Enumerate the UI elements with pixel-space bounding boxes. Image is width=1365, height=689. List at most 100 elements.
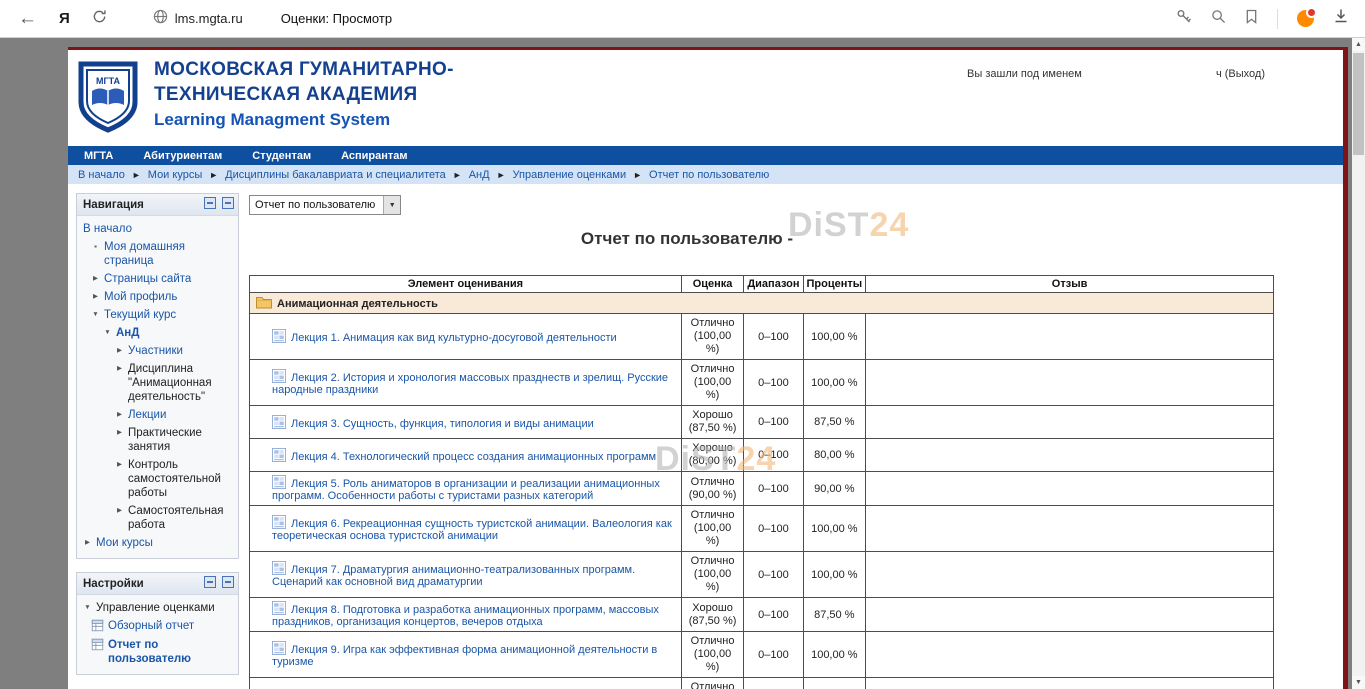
scroll-up-icon[interactable]: ▲ xyxy=(1352,38,1365,51)
scrollbar-thumb[interactable] xyxy=(1353,53,1364,155)
sidebar-item[interactable]: Отчет по пользователю xyxy=(79,636,236,668)
logout-link[interactable]: (Выход) xyxy=(1225,68,1265,80)
chevron-right-icon[interactable]: ▶ xyxy=(115,408,124,422)
nav-item[interactable]: Абитуриентам xyxy=(143,150,222,162)
vertical-scrollbar[interactable]: ▲ ▼ xyxy=(1352,38,1365,689)
grade-item-link[interactable]: Лекция 7. Драматургия анимационно-театра… xyxy=(272,564,635,588)
chevron-right-icon[interactable]: ▶ xyxy=(115,426,124,440)
breadcrumb-item[interactable]: В начало xyxy=(78,169,125,181)
chevron-right-icon[interactable]: ▶ xyxy=(91,272,100,286)
grade-item-link[interactable]: Лекция 9. Игра как эффективная форма ани… xyxy=(272,644,657,668)
settings-items: ▼Управление оценкамиОбзорный отчет Отчет … xyxy=(77,595,238,674)
grade-item-link[interactable]: Лекция 2. История и хронология массовых … xyxy=(272,372,668,396)
sidebar-item[interactable]: ▶Дисциплина "Анимационная деятельность" xyxy=(79,360,236,406)
grade-item-link[interactable]: Лекция 3. Сущность, функция, типология и… xyxy=(291,418,594,430)
percent-cell: 100,00 % xyxy=(803,552,866,598)
block-collapse-icon[interactable] xyxy=(204,197,216,209)
chevron-right-icon[interactable]: ▶ xyxy=(91,290,100,304)
range-cell: 0–100 xyxy=(744,678,803,689)
search-icon[interactable] xyxy=(1211,9,1226,29)
grade-item-link[interactable]: Лекция 1. Анимация как вид культурно-дос… xyxy=(291,332,617,344)
refresh-icon[interactable] xyxy=(92,9,107,29)
sidebar-item[interactable]: ▼Текущий курс xyxy=(79,306,236,324)
sidebar-item[interactable]: В начало xyxy=(79,220,236,238)
nav-item[interactable]: Аспирантам xyxy=(341,150,407,162)
breadcrumb-item[interactable]: Отчет по пользователю xyxy=(649,169,769,181)
chevron-down-icon[interactable]: ▼ xyxy=(383,196,400,214)
yandex-browser-icon[interactable]: Я xyxy=(59,10,70,27)
address-url[interactable]: lms.mgta.ru xyxy=(175,11,243,26)
chevron-right-icon[interactable]: ▶ xyxy=(115,458,124,472)
download-icon[interactable] xyxy=(1333,8,1349,29)
item-name-cell: Лекция 9. Игра как эффективная форма ани… xyxy=(250,632,682,678)
sidebar-item[interactable]: ▼Управление оценками xyxy=(79,599,236,617)
report-icon xyxy=(91,638,104,653)
sidebar-item[interactable]: ▶ Мой профиль xyxy=(79,288,236,306)
range-cell: 0–100 xyxy=(744,314,803,360)
sidebar-item[interactable]: Обзорный отчет xyxy=(79,617,236,636)
sidebar-item-label: Мой профиль xyxy=(104,290,177,304)
scroll-down-icon[interactable]: ▼ xyxy=(1352,676,1365,689)
address-bar[interactable]: lms.mgta.ru xyxy=(153,9,243,29)
block-dock-icon[interactable] xyxy=(222,197,234,209)
breadcrumb-item[interactable]: Мои курсы xyxy=(148,169,202,181)
range-cell: 0–100 xyxy=(744,598,803,632)
breadcrumb-item[interactable]: Дисциплины бакалавриата и специалитета xyxy=(225,169,446,181)
percent-cell: 80,00 % xyxy=(803,439,866,472)
breadcrumb-separator-icon: ► xyxy=(132,170,141,180)
grade-cell: Хорошо(87,50 %) xyxy=(681,406,744,439)
chevron-right-icon[interactable]: ▶ xyxy=(115,344,124,358)
block-dock-icon[interactable] xyxy=(222,576,234,588)
grades-table: Элемент оцениванияОценкаДиапазонПроценты… xyxy=(249,275,1274,689)
breadcrumb-item[interactable]: Управление оценками xyxy=(513,169,627,181)
chevron-down-icon[interactable]: ▼ xyxy=(91,308,100,322)
sidebar-item[interactable]: ▶Участники xyxy=(79,342,236,360)
chevron-right-icon[interactable]: ▶ xyxy=(115,504,124,518)
range-cell: 0–100 xyxy=(744,552,803,598)
grade-item-link[interactable]: Лекция 6. Рекреационная сущность туристс… xyxy=(272,518,672,542)
chevron-down-icon[interactable]: ▼ xyxy=(103,326,112,340)
range-cell: 0–100 xyxy=(744,439,803,472)
sidebar-item-label: Самостоятельная работа xyxy=(128,504,234,532)
grade-item-link[interactable]: Лекция 5. Роль аниматоров в организации … xyxy=(272,478,660,502)
navigation-items: В начало▪Моя домашняя страница▶Страницы … xyxy=(77,216,238,558)
grades-tbody: Анимационная деятельностьЛекция 1. Анима… xyxy=(250,293,1274,689)
sidebar: Навигация В начало▪Моя домашняя страница… xyxy=(76,193,239,688)
column-header: Проценты xyxy=(803,276,866,293)
grade-cell: Хорошо(87,50 %) xyxy=(681,598,744,632)
block-collapse-icon[interactable] xyxy=(204,576,216,588)
lesson-icon xyxy=(272,564,286,576)
back-icon[interactable]: ← xyxy=(18,9,37,28)
notifications-icon[interactable] xyxy=(1297,10,1314,27)
breadcrumb-item[interactable]: АнД xyxy=(469,169,490,181)
grade-item-link[interactable]: Лекция 4. Технологический процесс создан… xyxy=(291,451,656,463)
bookmark-icon[interactable] xyxy=(1245,9,1258,29)
settings-block-header: Настройки xyxy=(77,573,238,595)
report-type-selected-value: Отчет по пользователю xyxy=(250,199,383,211)
sidebar-item[interactable]: ▶Мои курсы xyxy=(79,534,236,552)
range-cell: 0–100 xyxy=(744,406,803,439)
chevron-right-icon[interactable]: ▶ xyxy=(83,536,92,550)
chevron-right-icon[interactable]: ▶ xyxy=(115,362,124,376)
nav-item[interactable]: Студентам xyxy=(252,150,311,162)
sidebar-item[interactable]: ▶Контроль самостоятельной работы xyxy=(79,456,236,502)
feedback-cell xyxy=(866,552,1274,598)
settings-block: Настройки ▼Управление оценкамиОбзорный о… xyxy=(76,572,239,675)
sidebar-item[interactable]: ▪Моя домашняя страница xyxy=(79,238,236,270)
sidebar-item[interactable]: ▶ Самостоятельная работа xyxy=(79,502,236,534)
grade-item-link[interactable]: Лекция 8. Подготовка и разработка анимац… xyxy=(272,604,659,628)
sidebar-item[interactable]: ▼АнД xyxy=(79,324,236,342)
password-key-icon[interactable] xyxy=(1176,8,1192,29)
feedback-cell xyxy=(866,472,1274,506)
sidebar-item[interactable]: ▶Практические занятия xyxy=(79,424,236,456)
item-name-cell: Лекция 8. Подготовка и разработка анимац… xyxy=(250,598,682,632)
report-type-select[interactable]: Отчет по пользователю ▼ xyxy=(249,195,401,215)
feedback-cell xyxy=(866,406,1274,439)
sidebar-item[interactable]: ▶Страницы сайта xyxy=(79,270,236,288)
nav-item[interactable]: МГТА xyxy=(84,150,113,162)
sidebar-item[interactable]: ▶Лекции xyxy=(79,406,236,424)
sidebar-item-label: Отчет по пользователю xyxy=(108,638,234,666)
percent-cell: 100,00 % xyxy=(803,632,866,678)
chevron-down-icon[interactable]: ▼ xyxy=(83,601,92,615)
percent-cell: 100,00 % xyxy=(803,360,866,406)
